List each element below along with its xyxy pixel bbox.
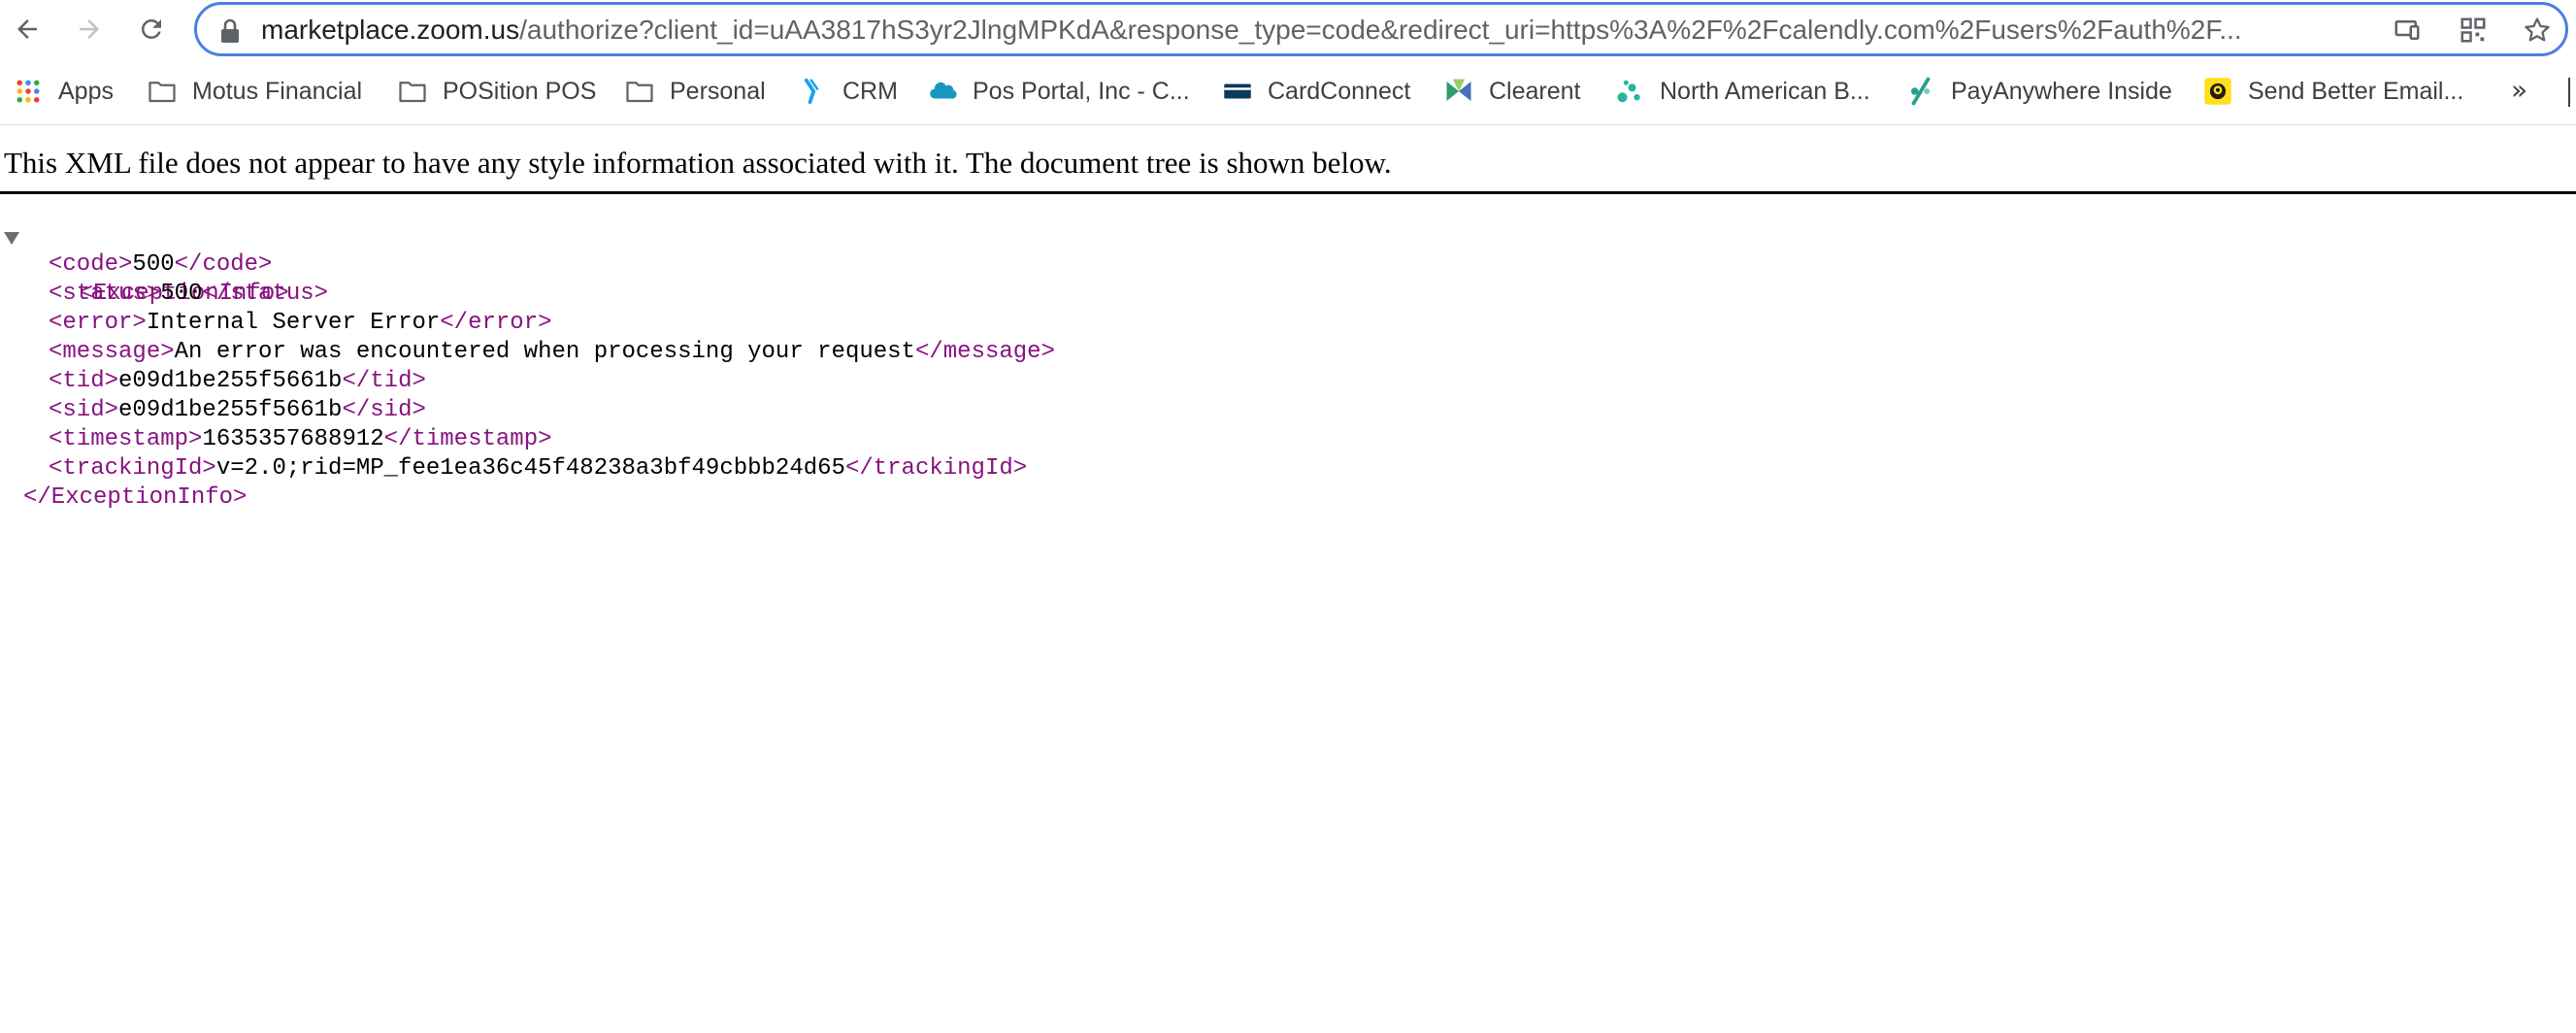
xml-value: An error was encountered when processing… bbox=[174, 339, 915, 365]
payanywhere-logo-icon bbox=[1906, 77, 1935, 106]
xml-close-tag: </tid> bbox=[342, 368, 426, 394]
xml-open-tag: <message> bbox=[49, 339, 175, 365]
xml-open-tag: <timestamp> bbox=[49, 426, 203, 452]
forward-arrow-icon bbox=[80, 19, 99, 39]
bookmarks-bar: Apps Motus Financial POSition POS Person… bbox=[0, 60, 2576, 125]
bookmark-folder-motus-financial[interactable]: Motus Financial bbox=[148, 72, 362, 111]
xml-close-tag: </error> bbox=[440, 310, 552, 336]
xml-open-tag: <trackingId> bbox=[49, 455, 216, 482]
bookmark-label: Send Better Email... bbox=[2248, 77, 2464, 105]
url-host: marketplace.zoom.us bbox=[261, 15, 520, 45]
xml-element-line: <trackingId>v=2.0;rid=MP_fee1ea36c45f482… bbox=[49, 454, 1027, 483]
bookmarks-overflow-button[interactable]: » bbox=[2511, 74, 2527, 106]
folder-icon bbox=[625, 77, 654, 106]
xml-element-line: <tid>e09d1be255f5661b</tid> bbox=[49, 367, 426, 396]
xml-element-line: <status>500</status> bbox=[49, 280, 328, 309]
xml-value: v=2.0;rid=MP_fee1ea36c45f48238a3bf49cbbb… bbox=[215, 455, 845, 482]
xml-close-tag: </trackingId> bbox=[844, 455, 1028, 482]
xml-close-tag: </sid> bbox=[342, 397, 426, 423]
back-button[interactable] bbox=[8, 10, 47, 49]
url-path: /authorize?client_id=uAA3817hS3yr2JlngMP… bbox=[519, 15, 2242, 45]
bookmark-cardconnect[interactable]: CardConnect bbox=[1223, 72, 1410, 111]
lock-icon bbox=[221, 18, 239, 43]
reload-button[interactable] bbox=[132, 10, 171, 49]
bookmark-label: Personal bbox=[670, 77, 766, 105]
north-american-logo-icon bbox=[1615, 77, 1644, 106]
bookmark-label: Pos Portal, Inc - C... bbox=[973, 77, 1190, 105]
bookmark-north-american[interactable]: North American B... bbox=[1615, 72, 1870, 111]
bookmarks-edge-divider bbox=[2568, 78, 2574, 107]
xml-style-notice: This XML file does not appear to have an… bbox=[4, 146, 1392, 180]
bookmark-apps[interactable]: Apps bbox=[14, 72, 114, 111]
xml-element-line: <error>Internal Server Error</error> bbox=[49, 309, 552, 338]
xml-value: e09d1be255f5661b bbox=[118, 368, 343, 394]
bookmark-label: POSition POS bbox=[443, 77, 597, 105]
xml-value: 1635357688912 bbox=[202, 426, 384, 452]
bookmark-label: North American B... bbox=[1660, 77, 1870, 105]
bookmark-folder-personal[interactable]: Personal bbox=[625, 72, 766, 111]
xml-element-line: <code>500</code> bbox=[49, 250, 272, 280]
xml-root-close-tag: </ExceptionInfo> bbox=[23, 484, 248, 511]
bookmark-send-better-email[interactable]: Send Better Email... bbox=[2203, 72, 2463, 111]
bookmark-label: PayAnywhere Inside bbox=[1951, 77, 2172, 105]
xml-value: 500 bbox=[132, 251, 175, 278]
bookmark-label: Motus Financial bbox=[192, 77, 363, 105]
xml-root-close-line: </ExceptionInfo> bbox=[23, 483, 247, 513]
xml-close-tag: </timestamp> bbox=[383, 426, 552, 452]
xml-open-tag: <code> bbox=[49, 251, 133, 278]
url-text[interactable]: marketplace.zoom.us/authorize?client_id=… bbox=[261, 5, 2367, 53]
forward-button[interactable] bbox=[70, 10, 109, 49]
cast-device-icon[interactable] bbox=[2393, 16, 2422, 45]
folder-icon bbox=[398, 77, 427, 106]
salesforce-cloud-icon bbox=[928, 77, 957, 106]
xml-element-line: <sid>e09d1be255f5661b</sid> bbox=[49, 396, 426, 425]
xml-value: e09d1be255f5661b bbox=[118, 397, 343, 423]
xml-close-tag: </status> bbox=[202, 281, 329, 307]
crm-logo-icon bbox=[798, 77, 827, 106]
bookmark-label: CardConnect bbox=[1268, 77, 1411, 105]
xml-open-tag: <error> bbox=[49, 310, 147, 336]
xml-value: Internal Server Error bbox=[146, 310, 441, 336]
address-bar[interactable]: marketplace.zoom.us/authorize?client_id=… bbox=[194, 2, 2568, 56]
bookmark-payanywhere[interactable]: PayAnywhere Inside bbox=[1906, 72, 2172, 111]
bookmark-label: Apps bbox=[58, 77, 114, 105]
bookmark-label: Clearent bbox=[1489, 77, 1581, 105]
bookmark-pos-portal[interactable]: Pos Portal, Inc - C... bbox=[928, 72, 1190, 111]
xml-open-tag: <sid> bbox=[49, 397, 119, 423]
xml-root-open-line: <ExceptionInfo> bbox=[0, 221, 582, 307]
xml-close-tag: </code> bbox=[174, 251, 273, 278]
xml-element-line: <timestamp>1635357688912</timestamp> bbox=[49, 425, 552, 454]
bookmark-folder-position-pos[interactable]: POSition POS bbox=[398, 72, 596, 111]
xml-element-line: <message>An error was encountered when p… bbox=[49, 338, 1055, 367]
collapse-triangle-icon[interactable] bbox=[4, 232, 19, 245]
xml-open-tag: <status> bbox=[49, 281, 161, 307]
xml-close-tag: </message> bbox=[914, 339, 1055, 365]
bookmark-clearent[interactable]: Clearent bbox=[1444, 72, 1581, 111]
qr-code-icon[interactable] bbox=[2459, 16, 2488, 45]
bookmark-star-icon[interactable] bbox=[2523, 16, 2552, 45]
clearent-logo-icon bbox=[1444, 77, 1473, 106]
bookmark-crm[interactable]: CRM bbox=[798, 72, 898, 111]
bookmark-label: CRM bbox=[842, 77, 898, 105]
xml-open-tag: <tid> bbox=[49, 368, 119, 394]
cardconnect-card-icon bbox=[1223, 77, 1252, 106]
notice-divider bbox=[0, 191, 2576, 194]
browser-toolbar: marketplace.zoom.us/authorize?client_id=… bbox=[0, 0, 2576, 60]
folder-icon bbox=[148, 77, 177, 106]
back-arrow-icon bbox=[17, 19, 37, 39]
mailchimp-icon bbox=[2203, 77, 2232, 106]
reload-icon bbox=[141, 18, 161, 39]
xml-value: 500 bbox=[160, 281, 203, 307]
apps-grid-icon bbox=[14, 77, 43, 106]
